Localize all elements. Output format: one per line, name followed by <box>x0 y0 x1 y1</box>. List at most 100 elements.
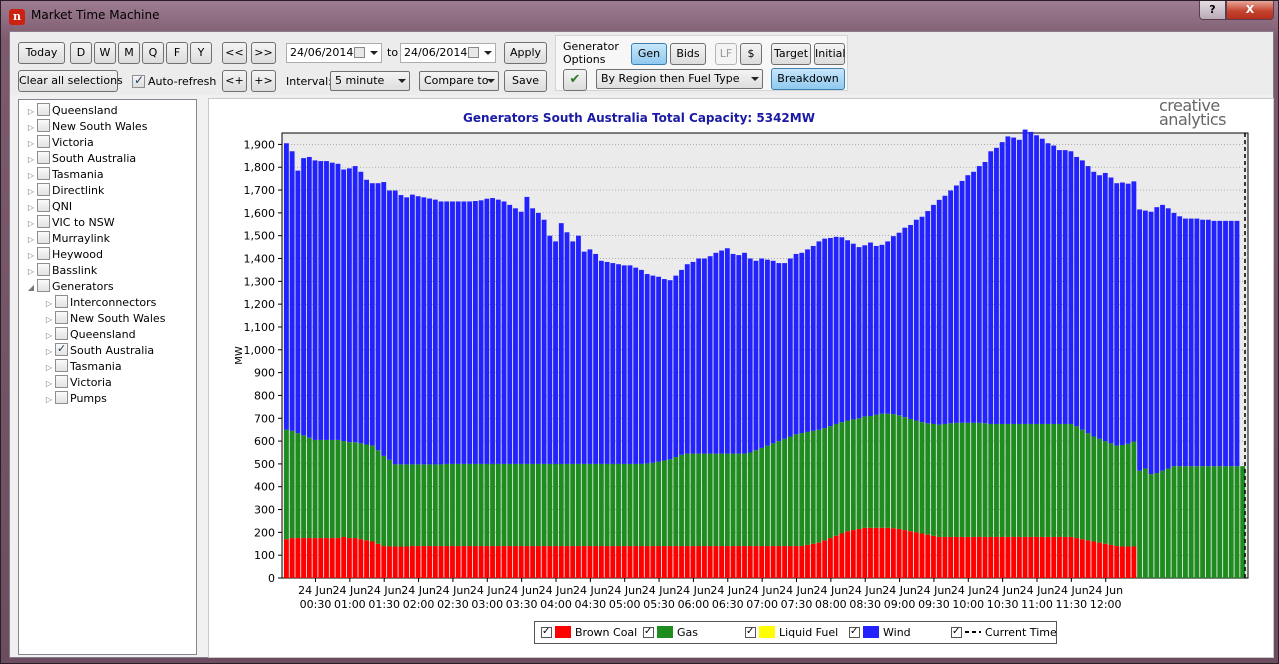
expand-icon[interactable]: ▷ <box>25 216 37 232</box>
expand-icon[interactable]: ▷ <box>43 360 55 376</box>
tree-item[interactable]: ▷ Queensland <box>25 103 118 119</box>
year-button[interactable]: Y <box>190 42 212 64</box>
quarter-button[interactable]: Q <box>142 42 164 64</box>
save-button[interactable]: Save <box>504 70 547 92</box>
legend-item[interactable]: Brown Coal <box>541 625 637 640</box>
date-to-picker[interactable]: 24/06/2014 <box>400 43 496 63</box>
legend-checkbox[interactable] <box>541 625 552 639</box>
tree-item-checkbox[interactable] <box>55 375 68 388</box>
expand-icon[interactable]: ▷ <box>43 392 55 408</box>
legend-item[interactable]: Gas <box>643 625 698 640</box>
legend-item[interactable]: Wind <box>849 625 911 640</box>
tree-item[interactable]: ▷ South Australia <box>25 151 136 167</box>
expand-icon[interactable]: ▷ <box>25 200 37 216</box>
tree-item-checkbox[interactable] <box>37 135 50 148</box>
tree-item[interactable]: ▷ QNI <box>25 199 72 215</box>
chevron-down-icon[interactable] <box>370 51 378 55</box>
tree-item[interactable]: ▷ Heywood <box>25 247 103 263</box>
expand-icon[interactable]: ▷ <box>25 248 37 264</box>
grouping-select[interactable]: By Region then Fuel Type <box>596 69 763 89</box>
tree-item-checkbox[interactable] <box>55 311 68 324</box>
expand-icon[interactable]: ▷ <box>25 104 37 120</box>
initial-button[interactable]: Initial <box>814 43 845 65</box>
expand-icon[interactable]: ▷ <box>25 264 37 280</box>
help-button[interactable]: ? <box>1199 1 1226 20</box>
expand-icon[interactable]: ▷ <box>43 344 55 360</box>
expand-icon[interactable]: ▷ <box>25 184 37 200</box>
today-button[interactable]: Today <box>18 42 65 64</box>
expand-icon[interactable]: ▷ <box>43 312 55 328</box>
tree-item[interactable]: ▷ Directlink <box>25 183 104 199</box>
tree-item[interactable]: ▷ Basslink <box>25 263 97 279</box>
tree-item-checkbox[interactable] <box>37 119 50 132</box>
tree-item[interactable]: ▷ Tasmania <box>25 167 104 183</box>
dollar-button[interactable]: $ <box>740 43 762 65</box>
tree-item[interactable]: ▷ New South Wales <box>25 119 147 135</box>
legend-checkbox[interactable] <box>951 625 962 639</box>
collapse-icon[interactable]: ◢ <box>25 280 37 296</box>
breakdown-button[interactable]: Breakdown <box>771 68 845 90</box>
expand-icon[interactable]: ▷ <box>43 328 55 344</box>
expand-icon[interactable]: ▷ <box>25 232 37 248</box>
bids-button[interactable]: Bids <box>670 43 706 65</box>
month-button[interactable]: M <box>118 42 140 64</box>
legend-checkbox[interactable] <box>643 625 654 639</box>
legend-checkbox[interactable] <box>849 625 860 639</box>
tree-item[interactable]: ▷ Pumps <box>43 391 107 407</box>
tree-item[interactable]: ▷ VIC to NSW <box>25 215 115 231</box>
calendar-icon[interactable] <box>468 47 479 58</box>
financial-year-button[interactable]: F <box>166 42 188 64</box>
tree-item-checkbox[interactable] <box>55 327 68 340</box>
region-tree[interactable]: ▷ Queensland ▷ New South Wales ▷ Victoria ▷ Sou… <box>18 99 197 655</box>
lf-button[interactable]: LF <box>715 43 737 65</box>
tree-item-checkbox[interactable] <box>37 167 50 180</box>
chevron-down-icon[interactable] <box>484 51 492 55</box>
tree-item-checkbox[interactable] <box>55 391 68 404</box>
interval-select[interactable]: 5 minute <box>330 71 410 91</box>
tree-item[interactable]: ▷ Victoria <box>43 375 112 391</box>
tree-item-checkbox[interactable] <box>37 199 50 212</box>
tree-item[interactable]: ▷ New South Wales <box>43 311 165 327</box>
title-bar[interactable]: n Market Time Machine ? X <box>1 1 1278 31</box>
close-button[interactable]: X <box>1226 1 1274 20</box>
compare-to-select[interactable]: Compare to <box>419 71 499 91</box>
tree-item-checkbox[interactable] <box>55 341 68 357</box>
auto-refresh-checkbox[interactable] <box>132 73 145 88</box>
expand-icon[interactable]: ▷ <box>43 376 55 392</box>
day-button[interactable]: D <box>70 42 92 64</box>
tree-item-checkbox[interactable] <box>37 231 50 244</box>
tree-item[interactable]: ▷ Murraylink <box>25 231 110 247</box>
date-from-picker[interactable]: 24/06/2014 <box>286 43 382 63</box>
apply-button[interactable]: Apply <box>504 42 547 64</box>
clear-selections-button[interactable]: Clear all selections <box>18 70 123 92</box>
legend-item[interactable]: Liquid Fuel <box>745 625 838 640</box>
gen-button[interactable]: Gen <box>631 43 667 65</box>
tree-item-checkbox[interactable] <box>55 295 68 308</box>
tree-item[interactable]: ▷ Interconnectors <box>43 295 156 311</box>
tree-item-checkbox[interactable] <box>37 279 50 292</box>
week-button[interactable]: W <box>94 42 116 64</box>
target-button[interactable]: Target <box>771 43 811 65</box>
step-back-button[interactable]: <+ <box>222 70 247 92</box>
tree-item-checkbox[interactable] <box>37 151 50 164</box>
select-all-check-icon[interactable]: ✔ <box>563 69 587 91</box>
expand-icon[interactable]: ▷ <box>25 152 37 168</box>
tree-item-checkbox[interactable] <box>37 103 50 116</box>
tree-item-checkbox[interactable] <box>37 215 50 228</box>
tree-item[interactable]: ▷ Victoria <box>25 135 94 151</box>
legend-item[interactable]: Current Time <box>951 625 1057 640</box>
expand-icon[interactable]: ▷ <box>25 120 37 136</box>
tree-item-checkbox[interactable] <box>37 263 50 276</box>
previous-period-button[interactable]: << <box>222 42 247 64</box>
expand-icon[interactable]: ▷ <box>25 136 37 152</box>
tree-item-checkbox[interactable] <box>37 247 50 260</box>
calendar-icon[interactable] <box>354 47 365 58</box>
tree-item[interactable]: ◢ Generators <box>25 279 114 295</box>
next-period-button[interactable]: >> <box>251 42 276 64</box>
step-forward-button[interactable]: +> <box>251 70 276 92</box>
tree-item[interactable]: ▷ South Australia <box>43 341 154 360</box>
expand-icon[interactable]: ▷ <box>25 168 37 184</box>
tree-item-checkbox[interactable] <box>55 359 68 372</box>
tree-item[interactable]: ▷ Tasmania <box>43 359 122 375</box>
tree-item-checkbox[interactable] <box>37 183 50 196</box>
